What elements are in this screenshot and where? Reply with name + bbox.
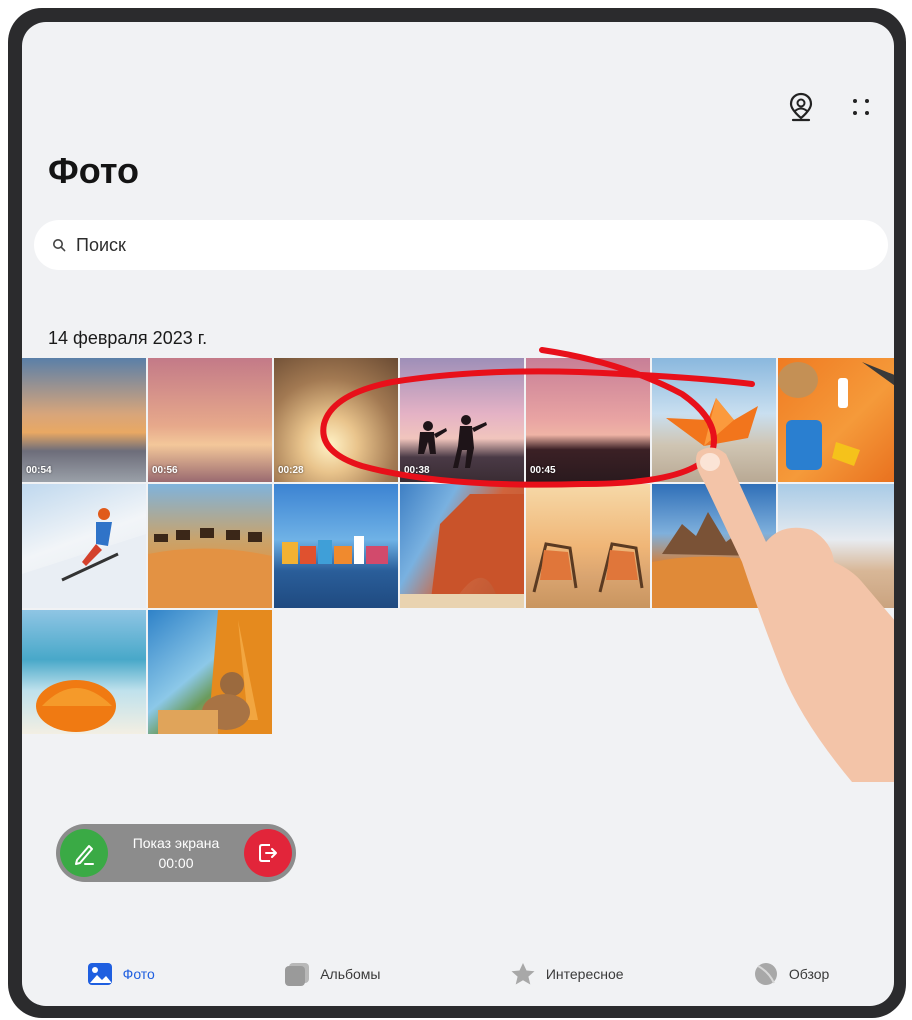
- bottom-navigation: Фото Альбомы Интересное Обзор: [22, 946, 894, 1006]
- screen-share-widget: Показ экрана 00:00: [56, 824, 296, 882]
- discover-icon: [753, 962, 779, 986]
- annotate-pen-button[interactable]: [60, 829, 108, 877]
- photo-thumbnail[interactable]: [148, 610, 272, 734]
- desert-rocks-image: [652, 512, 776, 608]
- video-duration: 00:54: [26, 465, 52, 476]
- page-title: Фото: [48, 150, 139, 191]
- photo-grid: 00:54 00:56 00:28 00:38 00:45: [22, 358, 894, 734]
- camel-caravan-image: [148, 528, 272, 608]
- video-thumbnail[interactable]: 00:45: [526, 358, 650, 482]
- nav-item-photos[interactable]: Фото: [87, 962, 155, 986]
- star-icon: [510, 962, 536, 986]
- albums-icon: [284, 962, 310, 986]
- video-duration: 00:45: [530, 465, 556, 476]
- photo-thumbnail[interactable]: [148, 484, 272, 608]
- video-thumbnail[interactable]: 00:56: [148, 358, 272, 482]
- nav-label: Альбомы: [320, 966, 381, 982]
- nav-item-interesting[interactable]: Интересное: [510, 962, 624, 986]
- photo-thumbnail[interactable]: [400, 484, 524, 608]
- video-thumbnail[interactable]: 00:54: [22, 358, 146, 482]
- photo-thumbnail[interactable]: [778, 484, 894, 608]
- silhouettes-image: [418, 415, 487, 468]
- photo-thumbnail[interactable]: [22, 610, 146, 734]
- photo-thumbnail[interactable]: [652, 484, 776, 608]
- search-input[interactable]: [76, 234, 776, 256]
- stop-share-button[interactable]: [243, 829, 292, 877]
- nav-item-overview[interactable]: Обзор: [753, 962, 829, 986]
- photo-thumbnail[interactable]: [22, 484, 146, 608]
- rock-arch-image: [400, 494, 524, 608]
- photo-thumbnail[interactable]: [526, 484, 650, 608]
- pen-icon: [75, 845, 94, 865]
- nav-label: Интересное: [545, 966, 624, 982]
- video-duration: 00:56: [152, 465, 178, 476]
- video-thumbnail[interactable]: 00:38: [400, 358, 524, 482]
- screen-share-title: Показ экрана: [132, 835, 220, 851]
- screen-share-time: 00:00: [158, 855, 194, 871]
- paper-boat-image: [666, 398, 758, 446]
- colorful-houses-image: [282, 536, 388, 564]
- nav-label: Обзор: [788, 966, 830, 982]
- photo-thumbnail[interactable]: [274, 484, 398, 608]
- video-duration: 00:28: [278, 465, 304, 476]
- photos-icon: [87, 962, 113, 986]
- photo-thumbnail[interactable]: [652, 358, 776, 482]
- beach-umbrella-image: [36, 680, 116, 732]
- search-icon: [53, 239, 66, 252]
- photo-thumbnail[interactable]: [778, 358, 894, 482]
- more-grid-icon[interactable]: [844, 90, 878, 124]
- deck-chairs-image: [532, 542, 644, 593]
- skier-image: [22, 508, 146, 608]
- nav-item-albums[interactable]: Альбомы: [284, 962, 380, 986]
- video-thumbnail[interactable]: 00:28: [274, 358, 398, 482]
- device-frame: Фото 14 февраля 2023 г. 00:54 00:56 00:2…: [8, 8, 906, 1018]
- gallery-screen: Фото 14 февраля 2023 г. 00:54 00:56 00:2…: [22, 22, 894, 1006]
- exit-icon: [258, 844, 277, 862]
- map-pin-person-icon[interactable]: [784, 90, 818, 124]
- video-duration: 00:38: [404, 465, 430, 476]
- date-group-header: 14 февраля 2023 г.: [48, 328, 208, 348]
- search-bar[interactable]: [34, 220, 888, 270]
- nav-label: Фото: [122, 966, 155, 982]
- beach-items-image: [778, 362, 894, 470]
- tent-teddy-image: [158, 610, 272, 734]
